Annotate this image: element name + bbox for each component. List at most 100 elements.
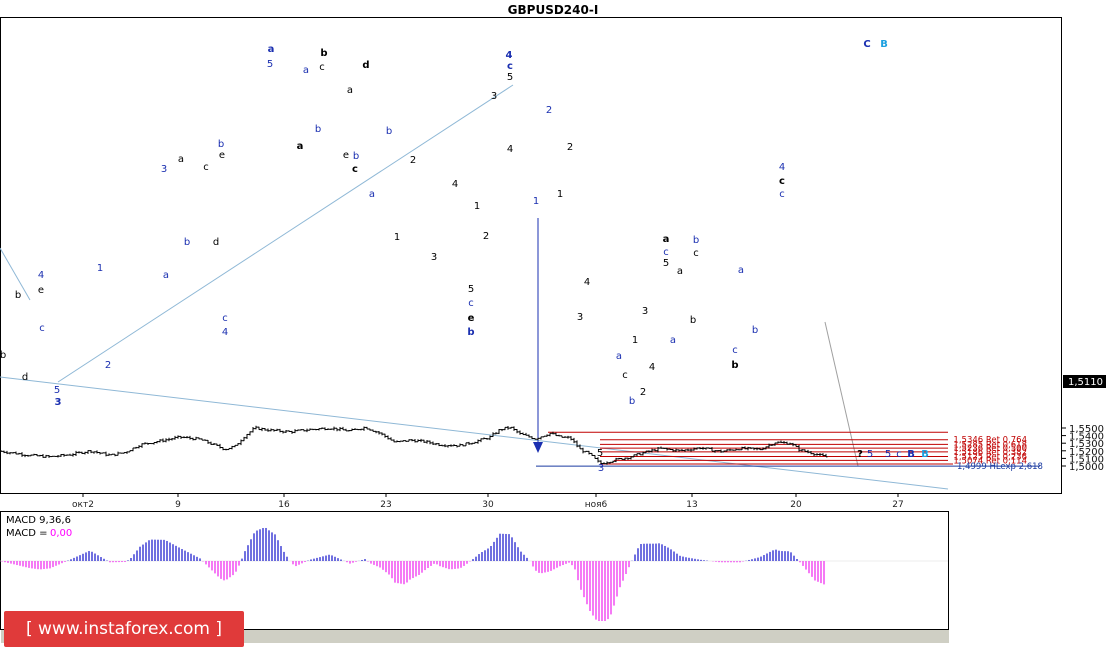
macd-label: MACD 9,36,6 xyxy=(6,515,71,526)
wave-label: c xyxy=(779,176,785,187)
wave-label: a xyxy=(738,265,744,276)
wave-label: b xyxy=(690,315,696,326)
chart-canvas: GBPUSD240-I 1,5346 Ret 0,7641,5285 Ret 0… xyxy=(0,0,1106,660)
x-tick-label: 16 xyxy=(278,500,290,510)
wave-label: 3 xyxy=(431,252,437,263)
wave-label: d xyxy=(22,372,28,383)
wave-label: c xyxy=(622,370,628,381)
wave-label: 4 xyxy=(584,277,590,288)
wave-label: d xyxy=(362,60,369,71)
wave-label: e xyxy=(468,313,475,324)
wave-label: 1 xyxy=(97,263,103,274)
wave-label: c xyxy=(896,449,902,460)
wave-label: 3 xyxy=(577,312,583,323)
wave-label: B xyxy=(907,449,915,460)
wave-label: b xyxy=(184,237,190,248)
wave-label: c xyxy=(779,189,785,200)
wave-label: 1 xyxy=(394,232,400,243)
x-tick-label: ноя6 xyxy=(585,500,608,510)
wave-label: 2 xyxy=(546,105,552,116)
wave-label: 4 xyxy=(506,50,513,61)
wave-label: b xyxy=(386,126,392,137)
wave-label: c xyxy=(222,313,228,324)
wave-label: e xyxy=(219,150,225,161)
macd-value-label: MACD = xyxy=(6,528,48,539)
wave-label: B xyxy=(921,449,929,460)
wave-label: 5 xyxy=(597,448,603,459)
wave-label: b xyxy=(315,124,321,135)
wave-label: a xyxy=(616,351,622,362)
x-tick-label: 27 xyxy=(892,500,903,510)
wave-label: a xyxy=(670,335,676,346)
wave-label: 2 xyxy=(410,155,416,166)
current-price-label: 1,5110 xyxy=(1068,377,1103,388)
x-tick-label: 20 xyxy=(790,500,802,510)
wave-label: b xyxy=(218,139,224,150)
wave-label: a xyxy=(369,189,375,200)
wave-label: 4 xyxy=(779,162,785,173)
chart-title: GBPUSD240-I xyxy=(508,3,599,17)
wave-label: c xyxy=(203,162,209,173)
wave-label: c xyxy=(39,323,45,334)
x-tick-label: 9 xyxy=(175,500,181,510)
wave-label: 4 xyxy=(507,144,513,155)
wave-label: 3 xyxy=(55,397,62,408)
wave-label: b xyxy=(0,350,6,361)
wave-label: c xyxy=(663,247,669,258)
x-tick-label: окт2 xyxy=(72,500,94,510)
wave-label: e xyxy=(343,150,349,161)
wave-label: b xyxy=(15,290,21,301)
wave-label: 3 xyxy=(161,164,167,175)
price-bar xyxy=(737,449,741,451)
x-tick-label: 30 xyxy=(482,500,494,510)
y-tick-label: 1,5000 xyxy=(1069,462,1104,473)
wave-label: c xyxy=(732,345,738,356)
wave-label: 4 xyxy=(222,327,228,338)
wave-label: a xyxy=(178,154,184,165)
wave-label: b xyxy=(731,360,738,371)
wave-label: 5 xyxy=(867,449,873,460)
wave-label: b xyxy=(353,151,359,162)
wave-label: B xyxy=(880,39,888,50)
wave-label: a xyxy=(268,44,275,55)
wave-label: a xyxy=(303,65,309,76)
wave-label: b xyxy=(752,325,758,336)
wave-label: a xyxy=(163,270,169,281)
wave-label: 1 xyxy=(632,335,638,346)
hlexp-label: 1,4999 HLexp 2,618 xyxy=(957,462,1043,472)
watermark-logo: [ www.instaforex.com ] xyxy=(4,611,244,647)
x-tick-label: 13 xyxy=(686,500,697,510)
wave-label: 5 xyxy=(267,59,273,70)
wave-label: c xyxy=(693,248,699,259)
wave-label: 1 xyxy=(533,196,539,207)
wave-label: c xyxy=(319,62,325,73)
wave-label: 1 xyxy=(474,201,480,212)
wave-label: b xyxy=(693,235,699,246)
wave-label: 5 xyxy=(54,385,60,396)
wave-label: 5 xyxy=(507,72,513,83)
wave-label: 4 xyxy=(649,362,655,373)
wave-label: 3 xyxy=(491,91,497,102)
wave-label: 2 xyxy=(567,142,573,153)
wave-label: 1 xyxy=(557,189,563,200)
wave-label: 2 xyxy=(105,360,111,371)
macd-value: 0,00 xyxy=(50,528,72,539)
price-bar xyxy=(716,450,720,452)
wave-label: a xyxy=(297,141,304,152)
wave-label: 5 xyxy=(663,258,669,269)
wave-label: 4 xyxy=(38,270,44,281)
wave-label: 3 xyxy=(642,306,648,317)
wave-label: d xyxy=(213,237,219,248)
wave-label: b xyxy=(629,396,635,407)
wave-label: 2 xyxy=(640,387,646,398)
wave-label: 3 xyxy=(598,463,604,474)
wave-label: 5 xyxy=(885,449,891,460)
wave-label: c xyxy=(468,298,474,309)
wave-label: a xyxy=(347,85,353,96)
wave-label: a xyxy=(663,234,670,245)
wave-label: c xyxy=(352,164,358,175)
wave-label: 2 xyxy=(483,231,489,242)
wave-label: ? xyxy=(857,449,863,460)
wave-label: a xyxy=(677,266,683,277)
x-tick-label: 23 xyxy=(380,500,391,510)
